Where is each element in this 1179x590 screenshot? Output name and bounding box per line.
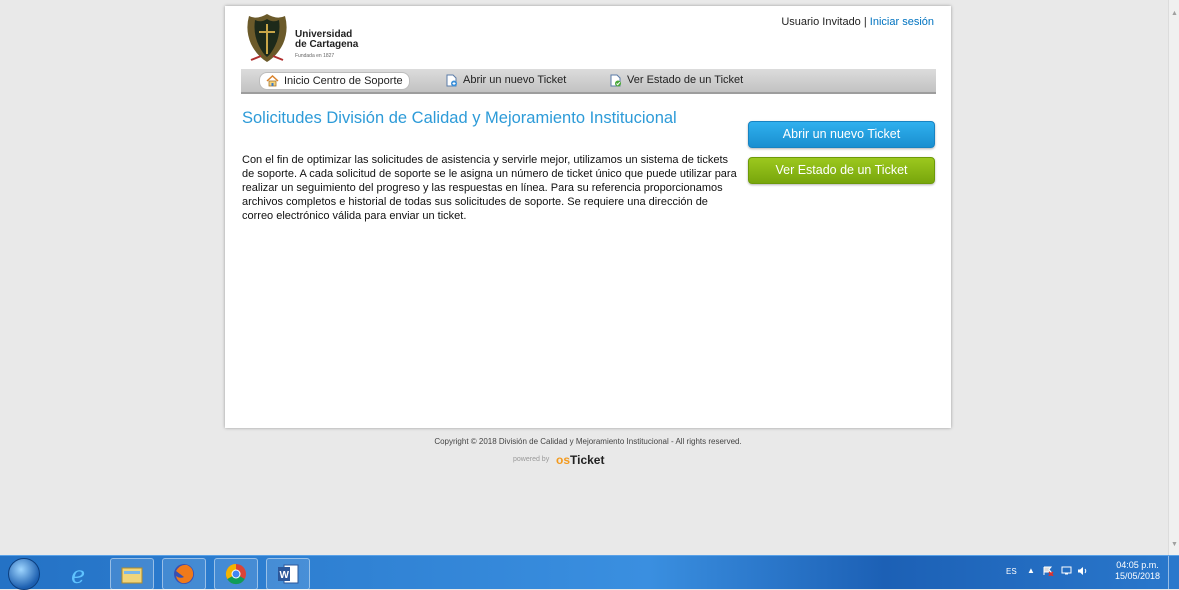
windows-taskbar: e W ES ▲ 04:05 p.m. 15/05/2018 (0, 555, 1179, 590)
nav-item-new-ticket[interactable]: Abrir un nuevo Ticket (439, 72, 572, 88)
osticket-logo-os: os (556, 453, 571, 467)
nav-item-home[interactable]: Inicio Centro de Soporte (259, 72, 410, 90)
firefox-icon (174, 564, 194, 584)
osticket-logo: osTicket (556, 453, 604, 467)
taskbar-word[interactable]: W (266, 558, 310, 590)
taskbar-file-explorer[interactable] (110, 558, 154, 590)
powered-by-osticket[interactable]: powered by osTicket (513, 449, 663, 467)
clock-date: 15/05/2018 (1114, 571, 1161, 581)
file-explorer-icon (121, 567, 143, 584)
nav-item-label: Ver Estado de un Ticket (627, 74, 744, 86)
show-hidden-icons-icon[interactable]: ▲ (1027, 566, 1035, 575)
university-logo[interactable]: Universidad de Cartagena Fundada en 1827 (243, 10, 383, 68)
logo-name-line2: de Cartagena (295, 39, 359, 50)
taskbar-chrome[interactable] (214, 558, 258, 590)
nav-item-label: Abrir un nuevo Ticket (463, 74, 567, 86)
osticket-logo-ticket: Ticket (570, 453, 605, 467)
network-icon[interactable] (1061, 566, 1072, 576)
system-tray: ES ▲ 04:05 p.m. 15/05/2018 (979, 556, 1179, 589)
check-ticket-status-button[interactable]: Ver Estado de un Ticket (748, 157, 935, 184)
chrome-icon (225, 563, 246, 585)
scroll-up-arrow-icon[interactable]: ▲ (1171, 10, 1178, 17)
powered-by-label: powered by (513, 456, 550, 463)
svg-text:e: e (71, 562, 85, 586)
copyright-text: Copyright © 2018 División de Calidad y M… (434, 437, 742, 446)
support-center-page: Universidad de Cartagena Fundada en 1827… (225, 6, 951, 428)
main-nav: Inicio Centro de Soporte Abrir un nuevo … (241, 69, 936, 94)
word-icon: W (278, 564, 299, 584)
user-info: Usuario Invitado | Iniciar sesión (781, 16, 934, 28)
open-new-ticket-button[interactable]: Abrir un nuevo Ticket (748, 121, 935, 148)
taskbar-internet-explorer[interactable]: e (58, 558, 102, 590)
start-button-windows-icon[interactable] (8, 558, 40, 590)
home-icon (266, 75, 279, 87)
clock-time: 04:05 p.m. (1116, 560, 1159, 570)
volume-icon[interactable] (1077, 566, 1088, 576)
nav-item-label: Inicio Centro de Soporte (284, 75, 403, 87)
nav-item-ticket-status[interactable]: Ver Estado de un Ticket (603, 72, 749, 88)
login-link[interactable]: Iniciar sesión (870, 16, 934, 28)
clock[interactable]: 04:05 p.m. 15/05/2018 (1110, 560, 1165, 582)
browser-scrollbar[interactable]: ▲ ▼ (1168, 0, 1179, 555)
internet-explorer-icon: e (71, 562, 85, 586)
intro-paragraph: Con el fin de optimizar las solicitudes … (242, 154, 737, 222)
svg-text:W: W (280, 570, 290, 581)
scroll-down-arrow-icon[interactable]: ▼ (1171, 541, 1178, 548)
ticket-status-icon (610, 74, 621, 86)
page-title: Solicitudes División de Calidad y Mejora… (242, 109, 677, 127)
university-crest-icon (247, 14, 287, 62)
logo-founded-text: Fundada en 1827 (295, 53, 335, 59)
guest-user-label: Usuario Invitado (781, 16, 861, 28)
separator: | (863, 16, 867, 28)
taskbar-firefox[interactable] (162, 558, 206, 590)
action-center-flag-icon[interactable] (1043, 566, 1054, 576)
language-indicator[interactable]: ES (1006, 567, 1017, 576)
new-ticket-icon (446, 74, 457, 86)
show-desktop-button[interactable] (1168, 556, 1179, 589)
